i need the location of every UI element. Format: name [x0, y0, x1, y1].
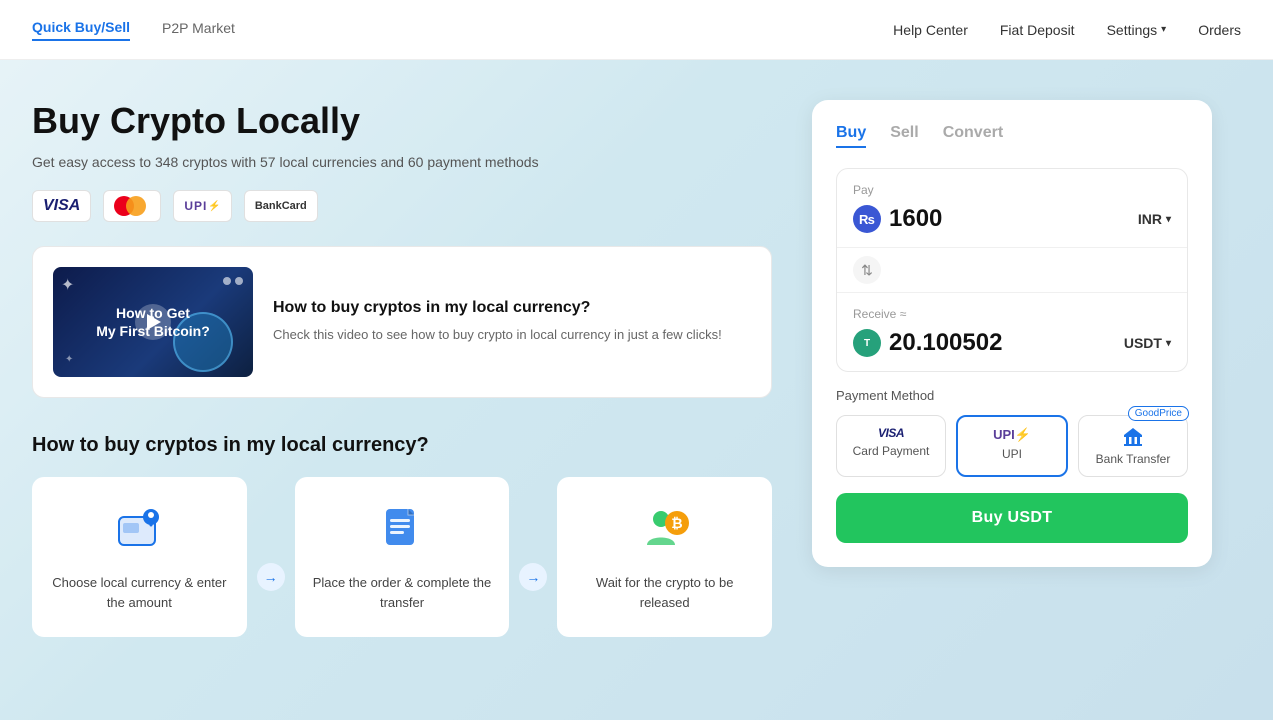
step-2-label: Place the order & complete the transfer [311, 573, 494, 612]
upi-payment-label: UPI [1002, 447, 1022, 461]
receive-currency-label: USDT [1124, 335, 1162, 351]
payment-option-card[interactable]: VISA Card Payment [836, 415, 946, 477]
play-icon [147, 314, 161, 330]
buy-usdt-button[interactable]: Buy USDT [836, 493, 1188, 543]
receive-input-row: T 20.100502 [853, 329, 1002, 357]
star-small-icon: ✦ [65, 354, 73, 365]
payment-icons: VISA UPI ⚡ BankCard [32, 190, 772, 222]
svg-text:₿: ₿ [671, 515, 682, 531]
widget: Buy Sell Convert Pay ₨ 1600 INR [812, 100, 1212, 567]
step-card-1: Choose local currency & enter the amount [32, 477, 247, 637]
exchange-section: Pay ₨ 1600 INR ▾ ⇅ [836, 168, 1188, 372]
how-to-buy-title: How to buy cryptos in my local currency? [32, 434, 772, 457]
upi-logo: UPI [184, 199, 207, 213]
chevron-down-receive-icon: ▾ [1166, 338, 1171, 349]
pay-input-row: ₨ 1600 [853, 205, 942, 233]
usdt-icon: T [853, 329, 881, 357]
tab-sell[interactable]: Sell [890, 124, 918, 148]
video-heading: How to buy cryptos in my local currency? [273, 299, 722, 317]
left-panel: Buy Crypto Locally Get easy access to 34… [32, 100, 772, 637]
steps-row: Choose local currency & enter the amount… [32, 477, 772, 637]
main-layout: Buy Crypto Locally Get easy access to 34… [0, 60, 1273, 657]
mastercard-logo [114, 194, 150, 218]
document-list-icon [376, 503, 428, 555]
step-3-label: Wait for the crypto to be released [573, 573, 756, 612]
payment-options: VISA Card Payment UPI⚡ UPI GoodPrice [836, 415, 1188, 477]
bank-transfer-label: Bank Transfer [1096, 452, 1171, 466]
good-price-badge: GoodPrice [1128, 406, 1189, 421]
page-title: Buy Crypto Locally [32, 100, 772, 142]
nav-settings[interactable]: Settings ▾ [1107, 22, 1167, 38]
step-1-icon [111, 501, 167, 557]
play-button[interactable] [135, 304, 171, 340]
video-description: Check this video to see how to buy crypt… [273, 325, 722, 345]
receive-label: Receive ≈ [853, 307, 1171, 321]
pay-box: Pay ₨ 1600 INR ▾ [837, 169, 1187, 247]
payment-method-label: Payment Method [836, 388, 1188, 403]
bitcoin-person-icon: ₿ [637, 501, 693, 557]
wallet-pin-icon [113, 503, 165, 555]
nav-tab-p2p-market[interactable]: P2P Market [162, 20, 235, 40]
step-3-icon: ₿ [637, 501, 693, 557]
upi-pay-icon: UPI⚡ [993, 427, 1031, 443]
receive-box: Receive ≈ T 20.100502 USDT ▾ [837, 293, 1187, 371]
step-2-icon [374, 501, 430, 557]
swap-divider: ⇅ [837, 247, 1187, 293]
video-card: How to GetMy First Bitcoin? ✦ ✦ How to b… [32, 246, 772, 398]
step-1-label: Choose local currency & enter the amount [48, 573, 231, 612]
payment-method-section: Payment Method VISA Card Payment UPI⚡ UP… [836, 388, 1188, 477]
pay-currency-select[interactable]: INR ▾ [1138, 211, 1171, 227]
receive-amount: 20.100502 [889, 329, 1002, 357]
nav-orders[interactable]: Orders [1198, 22, 1241, 38]
rupee-icon: ₨ [853, 205, 881, 233]
tab-convert[interactable]: Convert [943, 124, 1003, 148]
pay-currency-label: INR [1138, 211, 1162, 227]
video-dots [223, 277, 243, 285]
visa-pay-icon: VISA [878, 426, 904, 440]
receive-currency-select[interactable]: USDT ▾ [1124, 335, 1171, 351]
video-info: How to buy cryptos in my local currency?… [273, 299, 722, 345]
nav-tab-quick-buy-sell[interactable]: Quick Buy/Sell [32, 19, 130, 41]
bankcard-logo: BankCard [255, 200, 307, 212]
bankcard-payment-icon: BankCard [244, 190, 318, 222]
chevron-down-icon: ▾ [1161, 24, 1166, 35]
hero-subtitle: Get easy access to 348 cryptos with 57 l… [32, 154, 772, 170]
nav-fiat-deposit[interactable]: Fiat Deposit [1000, 22, 1075, 38]
payment-option-bank[interactable]: GoodPrice Bank Transfer [1078, 415, 1188, 477]
bank-icon [1122, 426, 1144, 448]
nav-right: Help Center Fiat Deposit Settings ▾ Orde… [893, 22, 1241, 38]
upi-payment-icon: UPI ⚡ [173, 190, 231, 222]
visa-payment-icon: VISA [32, 190, 91, 222]
step-arrow-2: → [517, 517, 549, 637]
video-thumbnail[interactable]: How to GetMy First Bitcoin? ✦ ✦ [53, 267, 253, 377]
widget-tabs: Buy Sell Convert [836, 124, 1188, 148]
star-icon: ✦ [61, 275, 74, 295]
step-card-2: Place the order & complete the transfer [295, 477, 510, 637]
payment-option-upi[interactable]: UPI⚡ UPI [956, 415, 1068, 477]
pay-label: Pay [853, 183, 1171, 197]
card-payment-label: Card Payment [853, 444, 930, 458]
chevron-down-pay-icon: ▾ [1166, 214, 1171, 225]
swap-icon[interactable]: ⇅ [853, 256, 881, 284]
step-arrow-1: → [255, 517, 287, 637]
nav-help-center[interactable]: Help Center [893, 22, 968, 38]
step-card-3: ₿ Wait for the crypto to be released [557, 477, 772, 637]
arrow-right-icon: → [257, 563, 285, 591]
right-panel: Buy Sell Convert Pay ₨ 1600 INR [812, 100, 1212, 637]
mastercard-payment-icon [103, 190, 161, 222]
nav-settings-label: Settings [1107, 22, 1158, 38]
tab-buy[interactable]: Buy [836, 124, 866, 148]
pay-row: ₨ 1600 INR ▾ [853, 205, 1171, 233]
navigation: Quick Buy/Sell P2P Market Help Center Fi… [0, 0, 1273, 60]
pay-amount[interactable]: 1600 [889, 205, 942, 233]
arrow-right-2-icon: → [519, 563, 547, 591]
visa-logo: VISA [43, 197, 80, 215]
receive-row: T 20.100502 USDT ▾ [853, 329, 1171, 357]
nav-left: Quick Buy/Sell P2P Market [32, 19, 235, 41]
